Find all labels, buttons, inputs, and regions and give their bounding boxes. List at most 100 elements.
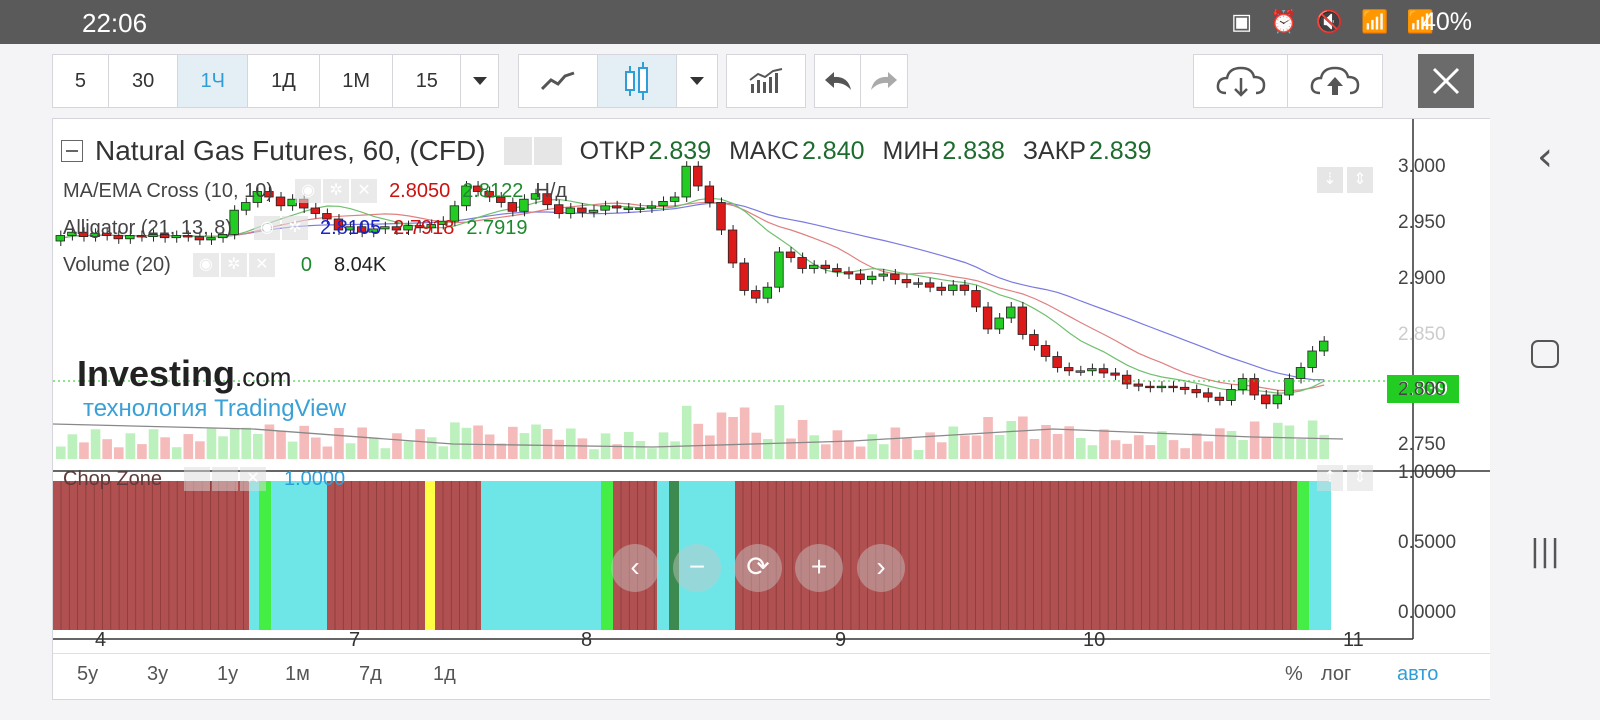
open-value: 2.839 bbox=[648, 136, 712, 165]
candle-body bbox=[762, 286, 773, 299]
alligator-lips-value: 2.7919 bbox=[466, 216, 528, 239]
candle-body bbox=[623, 207, 633, 210]
volume-bar bbox=[693, 423, 704, 459]
volume-bar bbox=[566, 428, 576, 459]
candle-body bbox=[832, 268, 842, 273]
chop-segment bbox=[53, 481, 249, 630]
close-button[interactable] bbox=[1418, 54, 1474, 108]
ma-label: MA/EMA Cross (10, 10) bbox=[63, 179, 274, 202]
range-1d[interactable]: 1д bbox=[433, 663, 456, 686]
line-chart-button[interactable] bbox=[519, 55, 599, 107]
candle-body bbox=[1319, 340, 1329, 352]
recents-icon[interactable]: ||| bbox=[1490, 534, 1600, 569]
log-scale-button[interactable]: лог bbox=[1321, 663, 1351, 686]
candle-body bbox=[1191, 389, 1201, 394]
interval-30[interactable]: 30 bbox=[109, 55, 179, 107]
arrows-vertical-icon[interactable]: ⇕ bbox=[1347, 167, 1373, 193]
arrow-up-icon[interactable]: ⇡ bbox=[1317, 465, 1343, 491]
candle-body bbox=[704, 185, 715, 203]
reset-chart-button[interactable]: ⟳ bbox=[734, 544, 782, 592]
chop-label: Chop Zone bbox=[63, 467, 162, 490]
candlestick-button[interactable] bbox=[598, 55, 678, 107]
gear-icon[interactable]: ✲ bbox=[323, 179, 350, 203]
interval-1h[interactable]: 1Ч bbox=[178, 55, 249, 107]
undo-button[interactable] bbox=[815, 55, 862, 107]
cloud-download-button[interactable] bbox=[1194, 55, 1288, 107]
ma-value-2: 2.8122 bbox=[462, 179, 524, 202]
remove-icon[interactable]: ✕ bbox=[351, 179, 378, 203]
volume-bar bbox=[1238, 440, 1248, 459]
zoom-in-button[interactable]: + bbox=[795, 544, 843, 592]
indicators-group bbox=[726, 54, 806, 108]
volume-bar bbox=[994, 435, 1005, 459]
tradingview-credit[interactable]: технология TradingView bbox=[83, 395, 346, 423]
eye-icon[interactable]: ◉ bbox=[253, 216, 280, 240]
eye-icon[interactable]: ◉ bbox=[295, 179, 322, 203]
candle-body bbox=[739, 262, 749, 291]
interval-1d[interactable]: 1Д bbox=[248, 55, 320, 107]
range-3y[interactable]: 3y bbox=[147, 663, 168, 686]
candle-body bbox=[310, 207, 320, 214]
candle-body bbox=[1261, 394, 1271, 405]
volume-bar bbox=[171, 447, 182, 459]
chop-segment bbox=[249, 481, 259, 630]
eye-icon[interactable] bbox=[183, 467, 210, 491]
arrows-vertical-icon[interactable]: ⇕ bbox=[1347, 465, 1373, 491]
volume-bar bbox=[971, 435, 982, 459]
ma-legend[interactable]: MA/EMA Cross (10, 10) ◉ ✲ ✕ 2.8050 2.8122 … bbox=[63, 179, 567, 203]
gear-icon[interactable] bbox=[211, 467, 238, 491]
volume-bar bbox=[716, 412, 727, 459]
percent-scale-button[interactable]: % bbox=[1285, 663, 1303, 686]
volume-legend[interactable]: Volume (20) ◉ ✲ ✕ 0 8.04K bbox=[63, 253, 386, 277]
alligator-legend[interactable]: Alligator (21, 13, 8) ◉ ✲ 2.8105 2.7918 2… bbox=[63, 216, 528, 240]
remove-icon[interactable]: ✕ bbox=[248, 253, 275, 277]
remove-icon[interactable]: ✕ bbox=[239, 467, 266, 491]
redo-button[interactable] bbox=[861, 55, 907, 107]
volume-bar bbox=[1122, 443, 1132, 459]
interval-15[interactable]: 15 bbox=[393, 55, 462, 107]
chop-legend[interactable]: Chop Zone ✕ 1.0000 bbox=[63, 467, 345, 491]
candle-body bbox=[1168, 385, 1178, 389]
volume-bar bbox=[241, 427, 252, 459]
gear-icon[interactable]: ✲ bbox=[220, 253, 247, 277]
range-1m[interactable]: 1м bbox=[285, 663, 310, 686]
volume-bar bbox=[1180, 448, 1190, 459]
scroll-left-button[interactable]: ‹ bbox=[611, 544, 659, 592]
high-value: 2.840 bbox=[801, 136, 865, 165]
volume-bar bbox=[276, 430, 286, 459]
interval-dropdown[interactable] bbox=[461, 55, 498, 107]
gear-icon[interactable]: ✲ bbox=[281, 216, 308, 240]
chart-panel[interactable]: Natural Gas Futures, 60, (CFD) ОТКР 2.839… bbox=[52, 118, 1497, 700]
cloud-upload-button[interactable] bbox=[1288, 55, 1382, 107]
interval-5[interactable]: 5 bbox=[53, 55, 109, 107]
range-7d[interactable]: 7д bbox=[359, 663, 382, 686]
volume-bar bbox=[913, 450, 924, 459]
arrow-down-icon[interactable]: ⇣ bbox=[1317, 167, 1343, 193]
volume-bar bbox=[113, 447, 124, 459]
volume-bar bbox=[658, 432, 669, 459]
range-bar: 5y 3y 1y 1м 7д 1д % лог авто bbox=[53, 653, 1496, 699]
low-label: МИН bbox=[882, 136, 940, 165]
volume-bar bbox=[415, 429, 425, 459]
chart-type-dropdown[interactable] bbox=[677, 55, 717, 107]
candle-body bbox=[751, 290, 761, 299]
volume-bar bbox=[832, 430, 843, 459]
scroll-right-button[interactable]: › bbox=[857, 544, 905, 592]
collapse-icon[interactable] bbox=[61, 140, 83, 162]
gear-icon[interactable] bbox=[533, 137, 562, 165]
indicators-button[interactable] bbox=[727, 55, 805, 107]
range-1y[interactable]: 1y bbox=[217, 663, 238, 686]
volume-bar bbox=[392, 433, 402, 459]
volume-bar bbox=[1076, 438, 1086, 459]
x-tick: 10 bbox=[1083, 629, 1106, 651]
candle-body bbox=[1179, 386, 1190, 390]
zoom-out-button[interactable]: − bbox=[673, 544, 721, 592]
home-icon[interactable] bbox=[1490, 340, 1600, 372]
range-5y[interactable]: 5y bbox=[77, 663, 98, 686]
interval-1m[interactable]: 1М bbox=[320, 55, 394, 107]
auto-scale-button[interactable]: авто bbox=[1397, 663, 1438, 686]
eye-icon[interactable] bbox=[503, 137, 532, 165]
eye-icon[interactable]: ◉ bbox=[192, 253, 219, 277]
volume-bar bbox=[589, 449, 599, 459]
back-icon[interactable]: ‹ bbox=[1490, 134, 1600, 180]
